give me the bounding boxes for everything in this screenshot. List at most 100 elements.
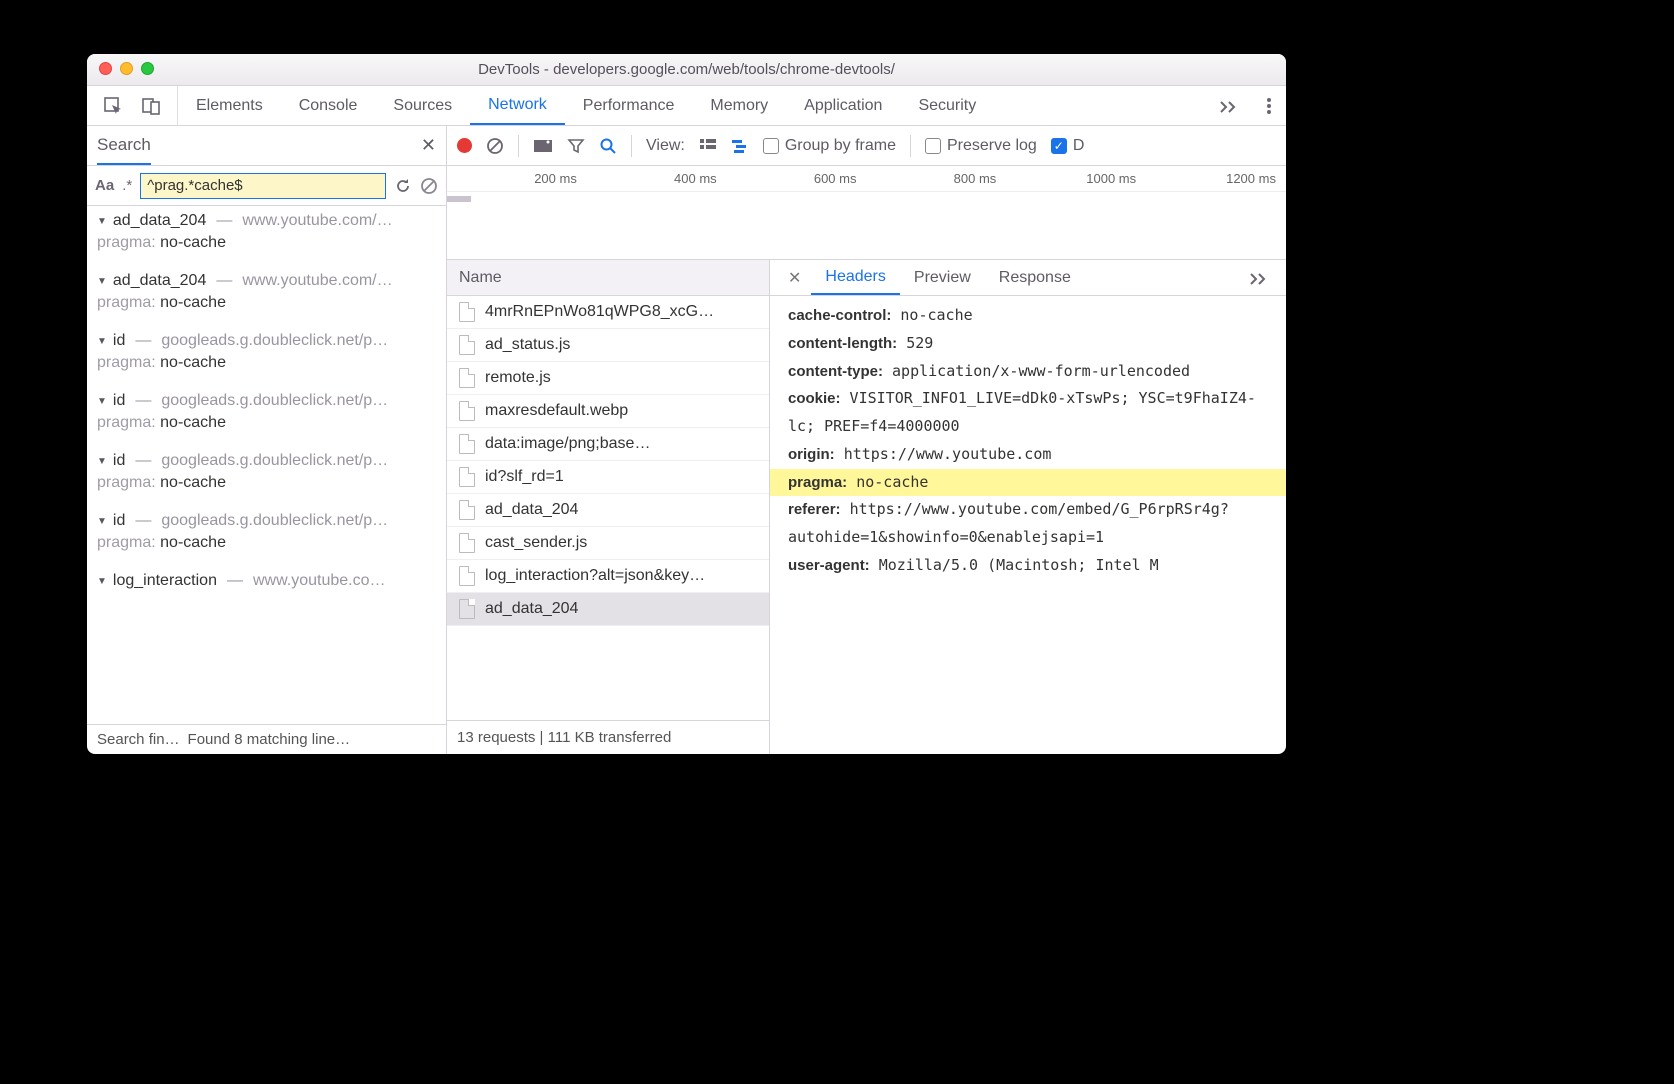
details-tab-preview[interactable]: Preview [900, 260, 985, 295]
request-row[interactable]: remote.js [447, 362, 769, 395]
result-name: log_interaction [113, 572, 217, 590]
request-row[interactable]: data:image/png;base… [447, 428, 769, 461]
extra-checkbox[interactable]: ✓D [1051, 137, 1085, 155]
request-name: remote.js [485, 369, 551, 387]
details-tab-headers[interactable]: Headers [811, 260, 899, 295]
request-details-panel: ✕ HeadersPreviewResponse cache-control: … [769, 260, 1286, 754]
header-key: referer: [788, 501, 841, 518]
details-overflow-icon[interactable] [1240, 271, 1278, 285]
name-column-header[interactable]: Name [447, 260, 769, 296]
result-domain: googleads.g.doubleclick.net/p… [161, 452, 388, 470]
close-details-icon[interactable]: ✕ [778, 268, 811, 288]
request-row[interactable]: ad_data_204 [447, 593, 769, 626]
filter-icon[interactable] [567, 137, 585, 155]
close-window-icon[interactable] [99, 62, 112, 75]
search-result[interactable]: ▼id—googleads.g.doubleclick.net/p…pragma… [87, 506, 446, 566]
match-case-icon[interactable]: Aa [95, 177, 114, 194]
search-icon[interactable] [599, 137, 617, 155]
search-result[interactable]: ▼ad_data_204—www.youtube.com/…pragma: no… [87, 266, 446, 326]
file-icon [459, 467, 475, 487]
tabs-overflow-icon[interactable] [1206, 99, 1252, 113]
inspect-element-icon[interactable] [103, 96, 123, 116]
capture-screenshot-icon[interactable] [533, 138, 553, 154]
close-search-icon[interactable]: ✕ [421, 135, 436, 156]
preserve-log-checkbox[interactable]: Preserve log [925, 137, 1037, 155]
request-row[interactable]: cast_sender.js [447, 527, 769, 560]
tab-elements[interactable]: Elements [178, 86, 281, 125]
request-row[interactable]: 4mrRnEPnWo81qWPG8_xcG… [447, 296, 769, 329]
header-key: user-agent: [788, 557, 870, 574]
search-result[interactable]: ▼id—googleads.g.doubleclick.net/p…pragma… [87, 326, 446, 386]
header-key: cache-control: [788, 307, 891, 324]
result-header-value: no-cache [160, 414, 226, 431]
header-line: pragma: no-cache [770, 469, 1286, 497]
request-row[interactable]: maxresdefault.webp [447, 395, 769, 428]
result-name: ad_data_204 [113, 272, 206, 290]
details-tab-response[interactable]: Response [985, 260, 1085, 295]
search-input[interactable] [140, 173, 386, 199]
main-tabs-row: ElementsConsoleSourcesNetworkPerformance… [87, 86, 1286, 126]
request-row[interactable]: ad_status.js [447, 329, 769, 362]
file-icon [459, 599, 475, 619]
file-icon [459, 401, 475, 421]
disclosure-triangle-icon[interactable]: ▼ [97, 396, 107, 407]
tab-security[interactable]: Security [900, 86, 994, 125]
group-by-frame-checkbox[interactable]: Group by frame [763, 137, 896, 155]
requests-summary: 13 requests | 111 KB transferred [447, 720, 769, 754]
search-result[interactable]: ▼log_interaction—www.youtube.co… [87, 566, 446, 594]
result-header-value: no-cache [160, 534, 226, 551]
clear-search-icon[interactable] [420, 177, 438, 195]
more-menu-icon[interactable] [1252, 96, 1286, 116]
refresh-search-icon[interactable] [394, 177, 412, 195]
disclosure-triangle-icon[interactable]: ▼ [97, 336, 107, 347]
request-name: maxresdefault.webp [485, 402, 628, 420]
header-line: content-length: 529 [788, 330, 1286, 358]
header-line: referer: https://www.youtube.com/embed/G… [788, 496, 1286, 552]
tab-performance[interactable]: Performance [565, 86, 693, 125]
tab-application[interactable]: Application [786, 86, 900, 125]
device-toolbar-icon[interactable] [141, 96, 161, 116]
request-name: 4mrRnEPnWo81qWPG8_xcG… [485, 303, 714, 321]
header-line: user-agent: Mozilla/5.0 (Macintosh; Inte… [788, 552, 1286, 580]
record-icon[interactable] [457, 138, 472, 153]
search-result[interactable]: ▼ad_data_204—www.youtube.com/…pragma: no… [87, 206, 446, 266]
result-name: id [113, 452, 125, 470]
disclosure-triangle-icon[interactable]: ▼ [97, 216, 107, 227]
disclosure-triangle-icon[interactable]: ▼ [97, 516, 107, 527]
file-icon [459, 533, 475, 553]
request-row[interactable]: log_interaction?alt=json&key… [447, 560, 769, 593]
request-name: ad_data_204 [485, 501, 578, 519]
large-rows-icon[interactable] [699, 138, 717, 154]
header-line: content-type: application/x-www-form-url… [788, 358, 1286, 386]
tab-console[interactable]: Console [281, 86, 376, 125]
timeline-tick: 400 ms [587, 166, 727, 191]
timeline[interactable]: 200 ms400 ms600 ms800 ms1000 ms1200 ms [447, 166, 1286, 260]
tab-network[interactable]: Network [470, 86, 565, 125]
result-header-key: pragma: [97, 474, 156, 491]
search-result[interactable]: ▼id—googleads.g.doubleclick.net/p…pragma… [87, 446, 446, 506]
header-value: https://www.youtube.com/embed/G_P6rpRSr4… [788, 500, 1229, 546]
header-value: application/x-www-form-urlencoded [892, 362, 1190, 380]
traffic-lights [99, 62, 154, 75]
header-line: origin: https://www.youtube.com [788, 441, 1286, 469]
request-name: ad_data_204 [485, 600, 578, 618]
waterfall-view-icon[interactable] [731, 138, 749, 154]
zoom-window-icon[interactable] [141, 62, 154, 75]
search-panel-title: Search [97, 135, 151, 165]
tab-sources[interactable]: Sources [375, 86, 470, 125]
disclosure-triangle-icon[interactable]: ▼ [97, 276, 107, 287]
tab-memory[interactable]: Memory [692, 86, 786, 125]
search-result[interactable]: ▼id—googleads.g.doubleclick.net/p…pragma… [87, 386, 446, 446]
timeline-overview-bar [447, 196, 471, 202]
regex-icon[interactable]: .* [122, 177, 132, 194]
disclosure-triangle-icon[interactable]: ▼ [97, 576, 107, 587]
disclosure-triangle-icon[interactable]: ▼ [97, 456, 107, 467]
result-domain: www.youtube.com/… [242, 272, 392, 290]
file-icon [459, 566, 475, 586]
header-key: content-length: [788, 335, 897, 352]
minimize-window-icon[interactable] [120, 62, 133, 75]
request-row[interactable]: id?slf_rd=1 [447, 461, 769, 494]
search-status-right: Found 8 matching line… [188, 731, 351, 748]
clear-icon[interactable] [486, 137, 504, 155]
request-row[interactable]: ad_data_204 [447, 494, 769, 527]
